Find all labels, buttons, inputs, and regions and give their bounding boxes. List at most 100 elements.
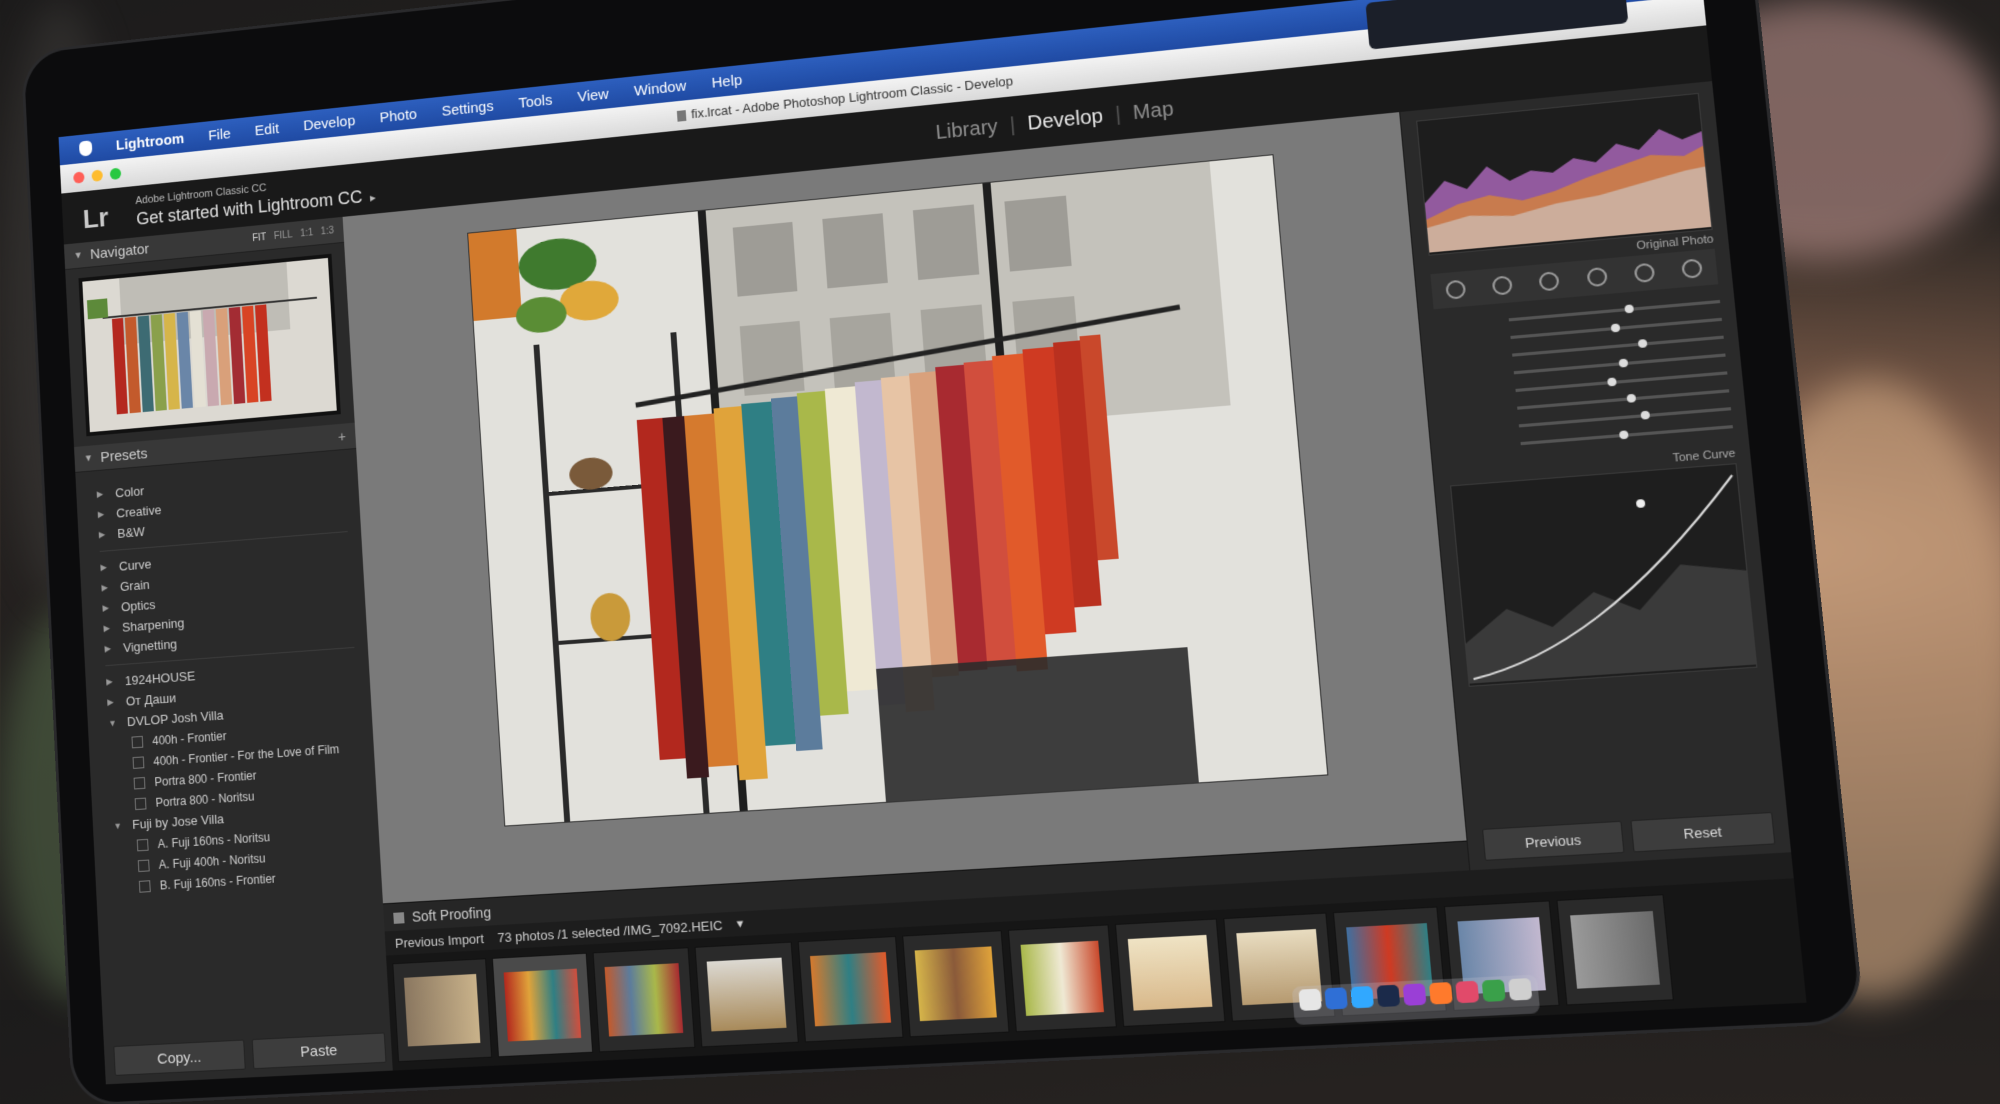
disclosure-triangle-icon: ▼ xyxy=(113,820,123,831)
develop-workspace xyxy=(342,112,1467,904)
slider-knob[interactable] xyxy=(1619,430,1629,440)
film-thumb-image xyxy=(403,973,481,1047)
apple-icon[interactable] xyxy=(78,140,93,157)
slider-knob[interactable] xyxy=(1626,393,1637,403)
preset-checkbox-icon xyxy=(137,859,150,872)
zoom-fit[interactable]: FIT xyxy=(252,232,267,244)
dock-app-icon[interactable] xyxy=(1324,987,1348,1010)
soft-proofing-label: Soft Proofing xyxy=(411,904,492,925)
dock-app-icon[interactable] xyxy=(1376,984,1401,1008)
module-library[interactable]: Library xyxy=(935,116,999,145)
menu-settings[interactable]: Settings xyxy=(441,98,494,120)
film-thumb[interactable] xyxy=(1114,918,1226,1028)
dock-app-icon[interactable] xyxy=(1508,978,1533,1001)
radial-filter-tool-icon[interactable] xyxy=(1633,262,1656,284)
spot-removal-tool-icon[interactable] xyxy=(1491,275,1513,296)
slider-knob[interactable] xyxy=(1623,304,1634,314)
histogram[interactable] xyxy=(1416,92,1713,256)
zoom-fill[interactable]: FILL xyxy=(274,229,293,241)
module-develop[interactable]: Develop xyxy=(1027,105,1104,136)
red-eye-tool-icon[interactable] xyxy=(1538,271,1561,292)
menu-view[interactable]: View xyxy=(577,85,609,105)
navigator-preview[interactable] xyxy=(78,253,341,437)
disclosure-triangle-icon: ▼ xyxy=(108,717,117,728)
disclosure-triangle-icon: ▶ xyxy=(98,529,106,540)
slider-knob[interactable] xyxy=(1618,358,1629,368)
disclosure-triangle-icon[interactable]: ▼ xyxy=(84,453,94,464)
preset-folder-label: B&W xyxy=(116,524,146,541)
preset-item-label: Portra 800 - Noritsu xyxy=(155,789,255,810)
menu-window[interactable]: Window xyxy=(633,77,686,99)
menu-file[interactable]: File xyxy=(208,125,231,143)
preset-checkbox-icon xyxy=(138,879,151,893)
disclosure-triangle-icon: ▶ xyxy=(101,582,109,593)
basic-sliders xyxy=(1434,293,1733,459)
graduated-filter-tool-icon[interactable] xyxy=(1586,266,1608,288)
left-panel: ▼ Navigator FIT FILL 1:1 1:3 ▼ Presets +… xyxy=(63,216,394,1085)
zoom-1-3[interactable]: 1:3 xyxy=(320,225,334,237)
menubar-app-name[interactable]: Lightroom xyxy=(115,130,184,153)
preset-item-label: B. Fuji 160ns - Frontier xyxy=(159,871,276,892)
film-thumb[interactable] xyxy=(491,952,594,1058)
slider-knob[interactable] xyxy=(1607,377,1618,387)
film-thumb[interactable] xyxy=(694,941,799,1048)
add-preset-icon[interactable]: + xyxy=(338,428,347,444)
preset-folder-label: Fuji by Jose Villa xyxy=(131,811,225,832)
disclosure-triangle-icon[interactable]: ▼ xyxy=(73,250,83,261)
film-thumb-image xyxy=(1570,910,1660,989)
slider-label xyxy=(1437,338,1502,344)
film-thumb[interactable] xyxy=(1007,924,1117,1033)
slider-label xyxy=(1438,356,1503,362)
menu-help[interactable]: Help xyxy=(711,71,743,91)
zoom-1-1[interactable]: 1:1 xyxy=(300,227,314,239)
film-thumb[interactable] xyxy=(392,958,493,1063)
preset-folder-label: Optics xyxy=(120,597,156,615)
slider-knob[interactable] xyxy=(1610,323,1621,333)
tone-curve-art xyxy=(1451,464,1756,684)
clothing-rack-photo-art xyxy=(468,155,1328,826)
menu-tools[interactable]: Tools xyxy=(518,91,553,111)
disclosure-triangle-icon: ▶ xyxy=(107,696,114,708)
film-thumb[interactable] xyxy=(797,935,904,1043)
reset-button[interactable]: Reset xyxy=(1630,811,1776,853)
preset-folder-label: Color xyxy=(114,483,145,501)
presets-title: Presets xyxy=(99,445,148,466)
tone-curve-graph[interactable] xyxy=(1450,463,1758,687)
menu-edit[interactable]: Edit xyxy=(254,120,279,139)
filmstrip-dropdown-icon[interactable]: ▾ xyxy=(736,915,744,932)
dock-app-icon[interactable] xyxy=(1481,979,1506,1002)
crop-tool-icon[interactable] xyxy=(1444,279,1466,300)
preset-folder-label: Grain xyxy=(119,577,151,594)
right-panel-buttons: Previous Reset xyxy=(1481,811,1776,861)
disclosure-triangle-icon: ▶ xyxy=(97,509,105,520)
film-thumb-image xyxy=(706,957,787,1032)
slider-knob[interactable] xyxy=(1637,338,1648,349)
document-icon xyxy=(677,110,687,122)
film-thumb[interactable] xyxy=(902,930,1010,1038)
menu-develop[interactable]: Develop xyxy=(303,112,356,134)
film-thumb[interactable] xyxy=(1556,894,1674,1006)
navigator-title: Navigator xyxy=(89,240,150,263)
presets-list: ▶ Color ▶ Creative ▶ B&W ▶ Curve ▶ Grain ▶ Opt… xyxy=(75,449,381,899)
navigator-preview-image xyxy=(82,257,337,433)
soft-proofing-checkbox[interactable] xyxy=(393,911,405,924)
preset-checkbox-icon xyxy=(131,735,144,748)
paste-button[interactable]: Paste xyxy=(251,1032,387,1070)
right-panel: Original Photo Tone Curve Previous Reset xyxy=(1399,80,1793,871)
dock-app-icon[interactable] xyxy=(1402,983,1427,1006)
previous-button[interactable]: Previous xyxy=(1481,820,1625,861)
dock-app-icon[interactable] xyxy=(1350,985,1375,1009)
slider-knob[interactable] xyxy=(1640,410,1651,420)
brush-tool-icon[interactable] xyxy=(1681,258,1704,279)
laptop-bezel: Lightroom File Edit Develop Photo Settin… xyxy=(23,0,1862,1104)
preset-checkbox-icon xyxy=(133,776,146,790)
module-map[interactable]: Map xyxy=(1132,98,1174,125)
play-arrow-icon: ▸ xyxy=(369,190,377,205)
preset-folder-label: 1924HOUSE xyxy=(124,668,196,689)
main-photo[interactable] xyxy=(468,155,1328,826)
copy-button[interactable]: Copy... xyxy=(113,1039,246,1076)
preset-checkbox-icon xyxy=(134,797,147,810)
filmstrip-source[interactable]: Previous Import xyxy=(395,930,485,950)
menu-photo[interactable]: Photo xyxy=(379,106,417,126)
dock-app-icon[interactable] xyxy=(1428,982,1453,1005)
